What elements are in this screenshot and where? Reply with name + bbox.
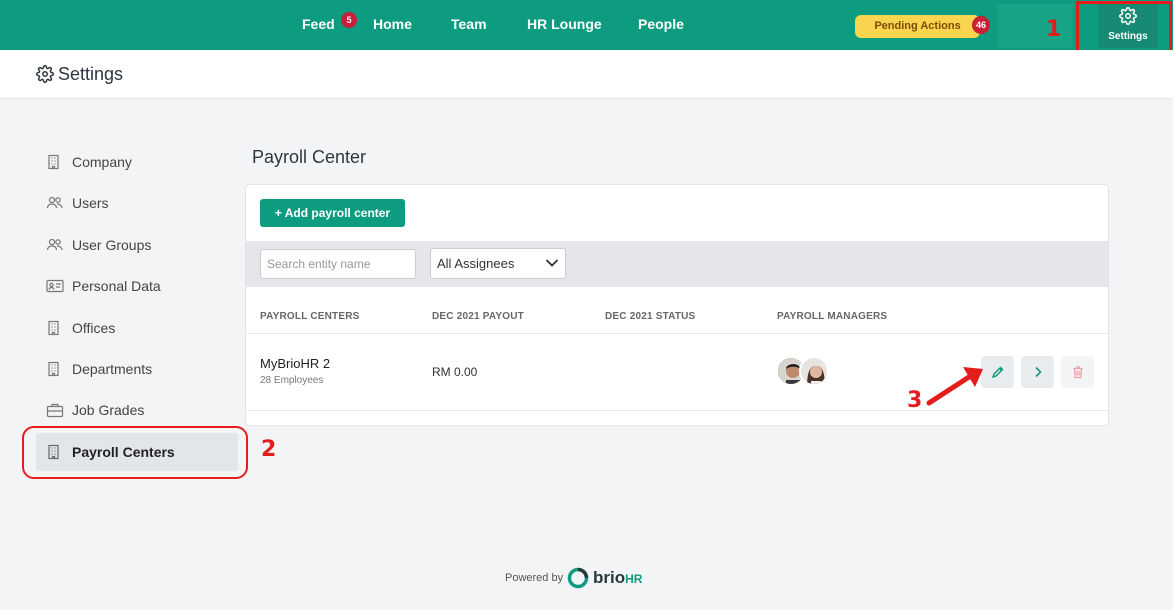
sidebar-item-label: User Groups [72,237,152,253]
sidebar-item-label: Company [72,154,132,170]
building-icon [48,154,59,170]
nav-placeholder-block [997,4,1073,48]
sidebar-item-users[interactable]: Users [36,184,238,222]
building-icon [48,320,59,336]
annotation-box-payroll-centers [22,426,248,479]
id-card-icon [46,279,64,293]
brand-name: brio [593,568,626,587]
nav-people[interactable]: People [638,16,684,32]
column-header: PAYROLL MANAGERS [777,311,888,322]
nav-team[interactable]: Team [451,16,487,32]
assignee-select-value: All Assignees [437,256,515,271]
brand-logo-text: brioHR [593,568,642,588]
employee-count: 28 Employees [260,375,324,386]
sidebar-item-label: Offices [72,320,116,336]
annotation-arrow-icon [926,367,983,406]
chevron-down-icon [545,259,559,267]
sidebar-item-user-groups[interactable]: User Groups [36,226,238,264]
brand-suffix: HR [625,572,643,586]
feed-badge: 5 [341,12,357,28]
column-header: DEC 2021 PAYOUT [432,311,524,322]
users-icon [46,196,63,209]
users-icon [46,238,63,251]
edit-button[interactable] [981,356,1014,388]
sidebar-item-departments[interactable]: Departments [36,350,238,388]
search-input[interactable]: Search entity name [260,249,416,279]
divider [246,410,1108,411]
trash-icon [1073,366,1083,379]
page-header: Settings [0,50,1173,99]
sidebar-item-job-grades[interactable]: Job Grades [36,391,238,429]
section-title: Payroll Center [252,147,367,167]
pencil-icon [991,366,1004,379]
page-title: Settings [58,64,124,84]
sidebar-item-company[interactable]: Company [36,143,238,181]
sidebar-item-offices[interactable]: Offices [36,309,238,347]
assignee-select[interactable]: All Assignees [430,248,566,279]
briefcase-icon [46,403,64,418]
top-navbar: Feed 5 Home Team HR Lounge People Pendin… [0,0,1173,50]
building-icon [48,361,59,377]
annotation-number-2: 2 [261,437,277,462]
add-payroll-center-button[interactable]: + Add payroll center [260,199,405,227]
chevron-right-icon [1035,366,1042,378]
annotation-number-1: 1 [1046,17,1062,42]
sidebar-item-label: Users [72,195,109,211]
divider [246,333,1108,334]
annotation-number-3: 3 [907,388,923,413]
gear-icon [36,65,54,83]
briohr-logo-icon [567,567,589,589]
delete-button[interactable] [1061,356,1094,388]
nav-feed[interactable]: Feed [302,16,335,32]
nav-hr-lounge[interactable]: HR Lounge [527,16,602,32]
column-header: PAYROLL CENTERS [260,311,360,322]
pending-actions-button[interactable]: Pending Actions [855,15,980,38]
sidebar-item-personal-data[interactable]: Personal Data [36,267,238,305]
filter-bar: Search entity name All Assignees [246,241,1108,287]
open-button[interactable] [1021,356,1054,388]
payroll-center-name: MyBrioHR 2 [260,356,331,371]
avatar [799,356,829,386]
sidebar-item-label: Departments [72,361,153,377]
sidebar-item-label: Job Grades [72,402,145,418]
nav-home[interactable]: Home [373,16,412,32]
payout-value: RM 0.00 [432,365,478,379]
pending-actions-badge: 46 [972,16,990,34]
column-header: DEC 2021 STATUS [605,311,696,322]
powered-by-label: Powered by [505,572,564,584]
sidebar-item-label: Personal Data [72,278,161,294]
